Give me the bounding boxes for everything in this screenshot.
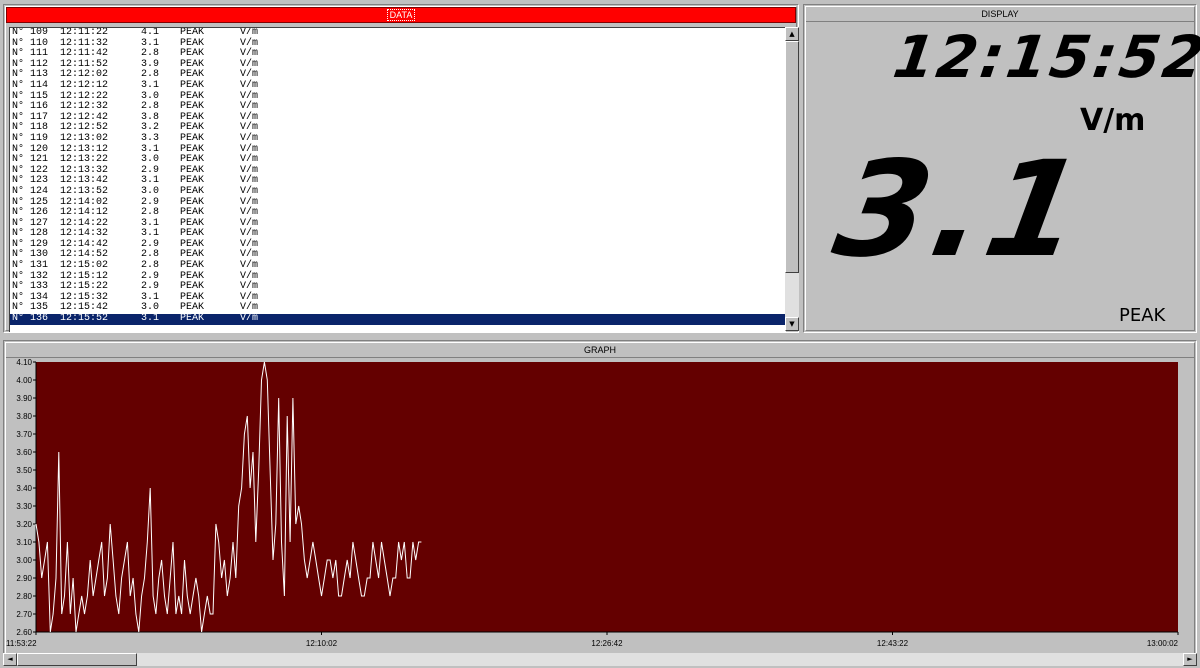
data-cell-value: 3.1 [141, 313, 160, 325]
graph-panel: GRAPH 2.60 2.70 2.80 2.90 3.00 3.10 3.20 3.30 3.… [3, 340, 1197, 666]
y-tick-label: 2.60 [16, 628, 32, 637]
data-row[interactable]: N° 129 12:14:42 2.9 PEAK V/m [10, 239, 786, 251]
data-row[interactable]: N° 118 12:12:52 3.2 PEAK V/m [10, 123, 786, 134]
data-row[interactable]: N° 111 12:11:42 2.8 PEAK V/m [10, 49, 786, 60]
data-row[interactable]: N° 112 12:11:52 3.9 PEAK V/m [10, 59, 786, 71]
data-row[interactable]: N° 123 12:13:42 3.1 PEAK V/m [10, 176, 786, 187]
data-row[interactable]: N° 124 12:13:52 3.0 PEAK V/m [10, 185, 786, 198]
data-cell-time: 12:13:02 [60, 132, 109, 144]
y-tick-label: 3.50 [16, 466, 32, 475]
data-cell-mode: PEAK [180, 132, 205, 144]
data-row[interactable]: N° 119 12:13:02 3.3 PEAK V/m [10, 132, 786, 145]
display-time: 12:15:52 [889, 23, 1200, 91]
data-cell-n: N° 136 [12, 313, 49, 325]
display-value: 3.1 [824, 133, 1098, 287]
y-tick-label: 3.60 [16, 448, 32, 457]
data-cell-mode: PEAK [180, 313, 205, 325]
x-tick-label: 13:00:02 [1147, 639, 1179, 648]
y-tick-label: 2.80 [16, 592, 32, 601]
y-tick-label: 3.20 [16, 520, 32, 529]
y-tick-label: 4.10 [16, 358, 32, 367]
data-row[interactable]: N° 127 12:14:22 3.1 PEAK V/m [10, 218, 786, 230]
display-panel: DISPLAY 12:15:52 V/m 3.1 PEAK [803, 4, 1200, 333]
data-title-label: DATA [386, 9, 416, 21]
data-cell-unit: V/m [240, 27, 259, 38]
data-cell-mode: PEAK [180, 79, 205, 91]
data-cell-n: N° 114 [12, 79, 49, 91]
x-tick-label: 12:43:22 [877, 639, 909, 648]
graph-horizontal-scrollbar[interactable]: ◄ ► [3, 653, 1197, 666]
data-row[interactable]: N° 120 12:13:12 3.1 PEAK V/m [10, 144, 786, 156]
data-panel-title: DATA [6, 7, 796, 23]
y-tick-label: 3.10 [16, 538, 32, 547]
graph-scroll-thumb[interactable] [17, 653, 137, 666]
data-row[interactable]: N° 122 12:13:32 2.9 PEAK V/m [10, 165, 786, 177]
data-row[interactable]: N° 128 12:14:32 3.1 PEAK V/m [10, 229, 786, 240]
data-cell-unit: V/m [240, 185, 259, 197]
data-row[interactable]: N° 130 12:14:52 2.8 PEAK V/m [10, 250, 786, 261]
data-scroll-thumb[interactable] [785, 41, 799, 273]
data-vertical-scrollbar[interactable]: ▲ ▼ [785, 27, 799, 331]
data-cell-unit: V/m [240, 79, 259, 91]
data-row[interactable]: N° 115 12:12:22 3.0 PEAK V/m [10, 91, 786, 103]
scroll-left-arrow-icon[interactable]: ◄ [3, 653, 17, 666]
data-row[interactable]: N° 131 12:15:02 2.8 PEAK V/m [10, 260, 786, 272]
data-cell-unit: V/m [240, 132, 259, 144]
graph-panel-title: GRAPH [6, 343, 1194, 358]
data-cell-value: 3.0 [141, 185, 160, 197]
data-cell-time: 12:11:22 [60, 27, 109, 38]
data-row[interactable]: N° 135 12:15:42 3.0 PEAK V/m [10, 303, 786, 314]
data-row[interactable]: N° 132 12:15:12 2.9 PEAK V/m [10, 271, 786, 283]
data-cell-n: N° 109 [12, 27, 49, 38]
y-tick-label: 3.90 [16, 394, 32, 403]
data-row[interactable]: N° 117 12:12:42 3.8 PEAK V/m [10, 112, 786, 124]
data-row[interactable]: N° 136 12:15:52 3.1 PEAK V/m [10, 313, 786, 325]
scroll-right-arrow-icon[interactable]: ► [1183, 653, 1197, 666]
data-cell-n: N° 124 [12, 185, 49, 197]
data-row[interactable]: N° 133 12:15:22 2.9 PEAK V/m [10, 282, 786, 293]
y-tick-label: 2.90 [16, 574, 32, 583]
y-tick-label: 3.40 [16, 484, 32, 493]
display-panel-title: DISPLAY [806, 7, 1194, 22]
data-list[interactable]: N° 109 12:11:22 4.1 PEAK V/m N° 110 12:11:32 3.… [9, 27, 786, 332]
data-row[interactable]: N° 114 12:12:12 3.1 PEAK V/m [10, 79, 786, 92]
data-row[interactable]: N° 110 12:11:32 3.1 PEAK V/m [10, 38, 786, 50]
y-tick-label: 3.30 [16, 502, 32, 511]
y-tick-label: 3.70 [16, 430, 32, 439]
scroll-up-arrow-icon[interactable]: ▲ [785, 27, 799, 41]
data-cell-value: 3.3 [141, 132, 160, 144]
x-tick-label: 12:10:02 [306, 639, 338, 648]
y-tick-label: 4.00 [16, 376, 32, 385]
y-tick-label: 3.00 [16, 556, 32, 565]
data-row[interactable]: N° 134 12:15:32 3.1 PEAK V/m [10, 292, 786, 304]
data-row[interactable]: N° 126 12:14:12 2.8 PEAK V/m [10, 207, 786, 219]
x-tick-label: 11:53:22 [6, 639, 37, 648]
data-cell-time: 12:12:12 [60, 79, 109, 91]
scroll-down-arrow-icon[interactable]: ▼ [785, 317, 799, 331]
graph-chart: 2.60 2.70 2.80 2.90 3.00 3.10 3.20 3.30 3.40 3.50… [6, 358, 1179, 648]
data-cell-time: 12:15:52 [60, 313, 109, 325]
data-cell-value: 4.1 [141, 27, 160, 38]
data-cell-time: 12:13:52 [60, 185, 109, 197]
data-cell-mode: PEAK [180, 185, 205, 197]
data-panel: DATA N° 109 12:11:22 4.1 PEAK V/m N° 110 12:11… [3, 4, 799, 333]
data-cell-value: 3.1 [141, 79, 160, 91]
plot-area [36, 362, 1178, 632]
data-cell-n: N° 119 [12, 132, 49, 144]
display-mode: PEAK [1119, 305, 1166, 326]
x-tick-label: 12:26:42 [591, 639, 623, 648]
data-row[interactable]: N° 125 12:14:02 2.9 PEAK V/m [10, 197, 786, 209]
data-row[interactable]: N° 113 12:12:02 2.8 PEAK V/m [10, 70, 786, 81]
data-cell-mode: PEAK [180, 27, 205, 38]
data-row[interactable]: N° 121 12:13:22 3.0 PEAK V/m [10, 155, 786, 166]
y-tick-label: 2.70 [16, 610, 32, 619]
data-row[interactable]: N° 116 12:12:32 2.8 PEAK V/m [10, 102, 786, 113]
data-cell-unit: V/m [240, 313, 259, 325]
data-row[interactable]: N° 109 12:11:22 4.1 PEAK V/m [10, 28, 786, 39]
y-tick-label: 3.80 [16, 412, 32, 421]
